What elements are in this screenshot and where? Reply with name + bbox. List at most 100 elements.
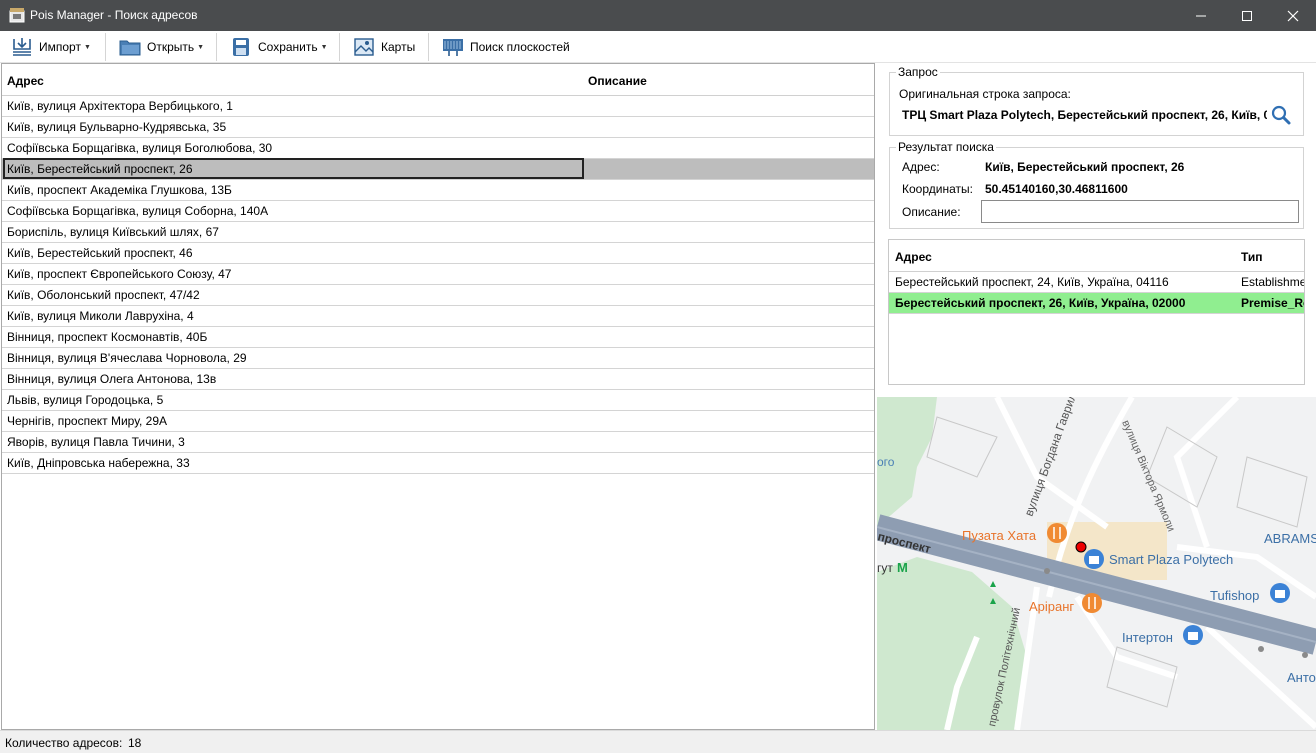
address-cell: Яворів, вулиця Павла Тичини, 3: [7, 435, 185, 449]
description-field[interactable]: [981, 200, 1299, 223]
billboard-icon: [443, 39, 463, 56]
table-row[interactable]: Яворів, вулиця Павла Тичини, 3: [2, 432, 874, 453]
table-row[interactable]: Київ, Оболонський проспект, 47/42: [2, 285, 874, 306]
result-column-address[interactable]: Адрес: [895, 250, 932, 264]
save-button[interactable]: Сохранить ▼: [230, 31, 328, 63]
shopping-bag-icon[interactable]: [1183, 625, 1203, 645]
table-row[interactable]: Київ, проспект Європейського Союзу, 47: [2, 264, 874, 285]
table-row[interactable]: Київ, вулиця Миколи Лаврухіна, 4: [2, 306, 874, 327]
map-view[interactable]: вулиця Богдана Гаврилишина вулиця Віктор…: [877, 397, 1316, 730]
table-row[interactable]: Софіївська Борщагівка, вулиця Соборна, 1…: [2, 201, 874, 222]
result-row-selected[interactable]: Берестейський проспект, 26, Київ, Україн…: [889, 293, 1304, 314]
map-poi-label: Інтертон: [1122, 630, 1173, 645]
maximize-button[interactable]: [1224, 0, 1270, 31]
map-dot: [1258, 646, 1264, 652]
shopping-bag-icon[interactable]: [1270, 583, 1290, 603]
location-marker-icon: [1075, 541, 1087, 553]
result-table-header: Адрес Тип: [889, 240, 1304, 272]
plane-search-label: Поиск плоскостей: [470, 40, 570, 54]
search-button[interactable]: [1270, 104, 1292, 126]
column-header-description[interactable]: Описание: [588, 74, 647, 88]
map-poi-label: ABRAMS: [1264, 531, 1316, 546]
map-icon: [354, 38, 374, 56]
maximize-icon: [1242, 10, 1252, 21]
plane-search-button[interactable]: Поиск плоскостей: [442, 31, 570, 63]
map-poi-label: Smart Plaza Polytech: [1109, 552, 1233, 567]
table-row-selected[interactable]: Київ, Берестейський проспект, 26: [2, 158, 874, 180]
table-row[interactable]: Софіївська Борщагівка, вулиця Боголюбова…: [2, 138, 874, 159]
result-table: Адрес Тип Берестейський проспект, 24, Ки…: [888, 239, 1305, 385]
title-bar: Pois Manager - Поиск адресов: [0, 0, 1316, 31]
map-label: гут: [877, 561, 893, 575]
result-coords-label: Координаты:: [902, 182, 973, 196]
table-row[interactable]: Київ, вулиця Архітектора Вербицького, 1: [2, 96, 874, 117]
column-header-address[interactable]: Адрес: [7, 74, 44, 88]
table-row[interactable]: Київ, Дніпровська набережна, 33: [2, 453, 874, 474]
restaurant-icon[interactable]: [1047, 523, 1067, 543]
table-row[interactable]: Бориспіль, вулиця Київський шлях, 67: [2, 222, 874, 243]
import-dropdown-icon: ▼: [83, 43, 91, 51]
address-cell: Львів, вулиця Городоцька, 5: [7, 393, 164, 407]
result-row[interactable]: Берестейський проспект, 24, Київ, Україн…: [889, 272, 1304, 293]
search-icon: [1271, 105, 1291, 125]
result-coords-value: 50.45140160,30.46811600: [985, 182, 1128, 196]
address-cell: Бориспіль, вулиця Київський шлях, 67: [7, 225, 219, 239]
map-poi-label: Аріранг: [1029, 599, 1074, 614]
toolbar: Импорт ▼ Открыть ▼ Сохранить ▼ Карты Пои…: [0, 31, 1316, 63]
folder-icon: [119, 40, 141, 56]
minimize-button[interactable]: [1178, 0, 1224, 31]
query-group-title: Запрос: [896, 65, 940, 79]
query-value[interactable]: ТРЦ Smart Plaza Polytech, Берестейський …: [902, 108, 1267, 122]
import-button[interactable]: Импорт ▼: [11, 31, 91, 63]
table-row[interactable]: Вінниця, проспект Космонавтів, 40Б: [2, 327, 874, 348]
address-cell: Київ, Дніпровська набережна, 33: [7, 456, 190, 470]
result-column-type[interactable]: Тип: [1241, 250, 1263, 264]
save-label: Сохранить: [258, 40, 318, 54]
table-row[interactable]: Вінниця, вулиця Олега Антонова, 13в: [2, 369, 874, 390]
address-count-label: Количество адресов:: [5, 736, 123, 750]
address-cell: Київ, Оболонський проспект, 47/42: [7, 288, 200, 302]
open-dropdown-icon: ▼: [197, 43, 205, 51]
table-row[interactable]: Київ, проспект Академіка Глушкова, 13Б: [2, 180, 874, 201]
address-count-value: 18: [128, 736, 142, 750]
result-address-label: Адрес:: [902, 160, 940, 174]
close-button[interactable]: [1270, 0, 1316, 31]
toolbar-divider: [428, 33, 429, 61]
address-cell: Вінниця, вулиця В'ячеслава Чорновола, 29: [7, 351, 247, 365]
toolbar-divider: [216, 33, 217, 61]
shopping-bag-icon[interactable]: [1084, 549, 1104, 569]
map-dot: [1302, 652, 1308, 658]
address-cell: Софіївська Борщагівка, вулиця Боголюбова…: [7, 141, 273, 155]
app-icon: [9, 8, 25, 23]
address-cell: Вінниця, вулиця Олега Антонова, 13в: [7, 372, 217, 386]
import-label: Импорт: [39, 40, 81, 54]
address-cell: Київ, вулиця Бульварно-Кудрявська, 35: [7, 120, 227, 134]
map-label: ого: [877, 455, 895, 469]
table-row[interactable]: Львів, вулиця Городоцька, 5: [2, 390, 874, 411]
restaurant-icon[interactable]: [1082, 593, 1102, 613]
address-cell: Київ, проспект Європейського Союзу, 47: [7, 267, 232, 281]
query-group: Запрос Оригинальная строка запроса: ТРЦ …: [889, 65, 1304, 136]
result-row-address: Берестейський проспект, 24, Київ, Україн…: [895, 275, 1169, 289]
address-cell: Київ, вулиця Архітектора Вербицького, 1: [7, 99, 233, 113]
toolbar-divider: [339, 33, 340, 61]
metro-icon: M: [897, 560, 908, 575]
table-row[interactable]: Вінниця, вулиця В'ячеслава Чорновола, 29: [2, 348, 874, 369]
maps-button[interactable]: Карты: [353, 31, 415, 63]
table-row[interactable]: Київ, Берестейський проспект, 46: [2, 243, 874, 264]
result-row-address: Берестейський проспект, 26, Київ, Україн…: [895, 296, 1186, 310]
query-label: Оригинальная строка запроса:: [899, 87, 1071, 101]
address-cell: Київ, вулиця Миколи Лаврухіна, 4: [7, 309, 194, 323]
open-button[interactable]: Открыть ▼: [119, 31, 204, 63]
save-icon: [233, 38, 249, 56]
open-label: Открыть: [147, 40, 195, 54]
address-cell: Чернігів, проспект Миру, 29А: [7, 414, 168, 428]
minimize-icon: [1196, 15, 1206, 16]
result-group-title: Результат поиска: [896, 140, 996, 154]
table-row[interactable]: Чернігів, проспект Миру, 29А: [2, 411, 874, 432]
import-icon: [13, 38, 31, 56]
result-address-value: Київ, Берестейський проспект, 26: [985, 160, 1185, 174]
table-row[interactable]: Київ, вулиця Бульварно-Кудрявська, 35: [2, 117, 874, 138]
address-cell: Вінниця, проспект Космонавтів, 40Б: [7, 330, 208, 344]
toolbar-divider: [105, 33, 106, 61]
